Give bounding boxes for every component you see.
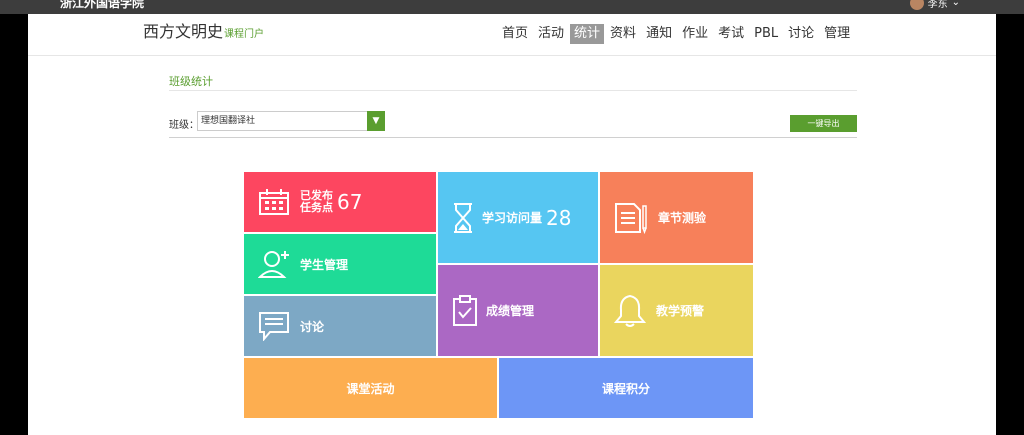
course-nav: 首页 活动 统计 资料 通知 作业 考试 PBL 讨论 管理 [498, 24, 854, 44]
dropdown-arrow-icon[interactable]: ▼ [367, 111, 385, 131]
nav-homework[interactable]: 作业 [678, 24, 712, 44]
avatar [909, 0, 924, 10]
grade-management-label: 成绩管理 [486, 304, 535, 318]
tile-discussion[interactable]: 讨论 [244, 296, 436, 356]
section-title: 班级统计 [169, 75, 213, 88]
chapter-quiz-label: 章节测验 [658, 211, 707, 225]
divider [169, 90, 857, 91]
nav-pbl[interactable]: PBL [750, 24, 782, 44]
tile-class-activity[interactable]: 课堂活动 [244, 358, 497, 418]
nav-materials[interactable]: 资料 [606, 24, 640, 44]
class-activity-label: 课堂活动 [346, 381, 395, 396]
student-management-label: 学生管理 [300, 257, 349, 272]
class-label: 班级： [169, 120, 199, 131]
divider [169, 137, 857, 138]
nav-statistics[interactable]: 统计 [570, 24, 605, 44]
document-pen-icon [614, 202, 648, 234]
tile-chapter-quiz[interactable]: 章节测验 [600, 172, 753, 263]
tile-visits[interactable]: 学习访问量 28 [438, 172, 598, 263]
course-portal-label: 课程门户 [224, 29, 265, 40]
add-user-icon [258, 249, 292, 279]
published-label-line2: 任务点 [300, 201, 333, 214]
nav-notices[interactable]: 通知 [642, 24, 676, 44]
tile-teaching-warning[interactable]: 教学预警 [600, 265, 753, 356]
school-name: 浙江外国语学院 [60, 0, 145, 10]
user-name: 李东 [927, 0, 948, 10]
discussion-label: 讨论 [300, 319, 325, 334]
top-bar: 浙江外国语学院 李东 ⌄ [0, 0, 1024, 14]
tile-student-management[interactable]: 学生管理 [244, 234, 436, 294]
nav-manage[interactable]: 管理 [820, 24, 854, 44]
teaching-warning-label: 教学预警 [656, 304, 705, 318]
chat-icon [258, 311, 290, 341]
chevron-down-icon: ⌄ [951, 0, 960, 8]
published-count: 67 [337, 190, 363, 214]
class-select-value: 理想国翻译社 [201, 116, 256, 126]
clipboard-check-icon [452, 294, 478, 327]
nav-activities[interactable]: 活动 [534, 24, 568, 44]
export-button[interactable]: 一键导出 [790, 115, 857, 132]
tile-grade-management[interactable]: 成绩管理 [438, 265, 598, 356]
course-header: 西方文明史课程门户 首页 活动 统计 资料 通知 作业 考试 PBL 讨论 管理 [28, 14, 996, 56]
page: 西方文明史课程门户 首页 活动 统计 资料 通知 作业 考试 PBL 讨论 管理… [28, 14, 996, 435]
visits-count: 28 [546, 205, 572, 230]
course-name: 西方文明史 [143, 22, 224, 41]
visits-label: 学习访问量 [482, 211, 543, 225]
course-title[interactable]: 西方文明史课程门户 [143, 18, 264, 42]
nav-discussion[interactable]: 讨论 [784, 24, 818, 44]
nav-home[interactable]: 首页 [498, 24, 532, 44]
tile-published-tasks[interactable]: 已发布 任务点 67 [244, 172, 436, 232]
class-select[interactable]: 理想国翻译社 ▼ [197, 111, 385, 131]
calendar-icon [258, 188, 290, 216]
course-points-label: 课程积分 [601, 381, 650, 396]
hourglass-icon [452, 202, 474, 234]
tile-course-points[interactable]: 课程积分 [499, 358, 753, 418]
nav-exams[interactable]: 考试 [714, 24, 748, 44]
published-label: 已发布 任务点 [300, 190, 333, 214]
user-menu[interactable]: 李东 ⌄ [909, 0, 960, 10]
bell-icon [614, 294, 646, 328]
